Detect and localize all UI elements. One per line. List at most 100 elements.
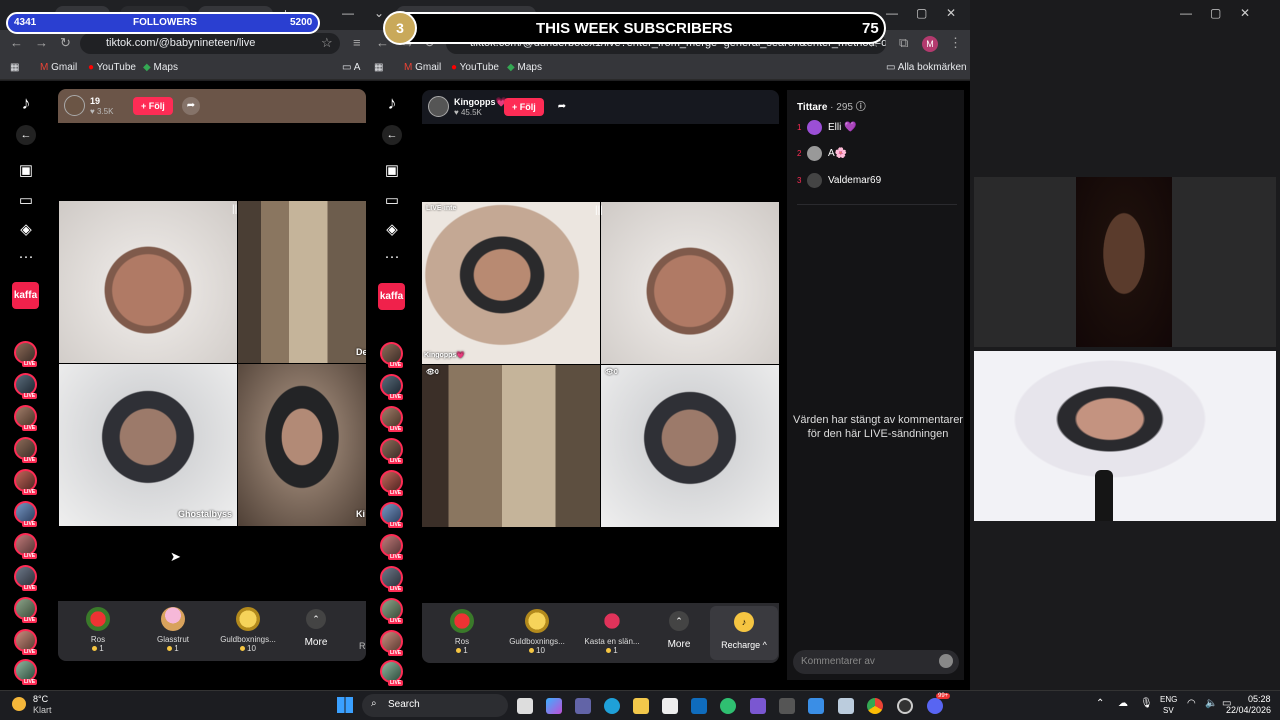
live-avatar[interactable]: LIVE [14, 437, 38, 463]
volume-icon[interactable]: 🔈 [1205, 698, 1217, 709]
live-avatar[interactable]: LIVE [14, 469, 38, 495]
reload-icon[interactable]: ↻ [60, 35, 71, 51]
minimize-icon[interactable]: — [886, 6, 898, 20]
copilot-icon[interactable] [546, 698, 562, 714]
live-avatar[interactable]: LIVE [14, 597, 38, 623]
gift-ros[interactable]: Ros 1 [63, 607, 133, 653]
cafe-badge[interactable]: kaffa [378, 283, 405, 310]
bookmark-gmail[interactable]: M Gmail [40, 62, 77, 73]
info-icon[interactable]: ⓘ [856, 102, 866, 113]
video-icon[interactable]: ▭ [16, 191, 36, 209]
weather-text[interactable]: Klart [33, 705, 52, 715]
back-arrow-icon[interactable]: ← [382, 125, 402, 145]
video-tile-kingopps[interactable] [422, 202, 600, 364]
back-icon[interactable]: ← [10, 35, 23, 50]
profile-avatar[interactable]: M [922, 36, 938, 52]
live-avatar[interactable]: LIVE [14, 405, 38, 431]
live-avatar[interactable]: LIVE [380, 598, 404, 624]
apps-icon[interactable]: ▦ [374, 62, 383, 73]
taskbar-search[interactable]: ⌕ Search [362, 694, 508, 717]
video-icon[interactable]: ▭ [382, 191, 402, 209]
gift-guldbox[interactable]: Guldboxnings... 10 [502, 609, 572, 655]
live-avatar[interactable]: LIVE [380, 438, 404, 464]
video-tile-guest[interactable] [601, 365, 779, 527]
tray-chevron-icon[interactable]: ⌃ [1096, 698, 1104, 709]
explore-icon[interactable]: ◈ [16, 220, 36, 238]
bookmark-folder[interactable]: ▭ A [342, 62, 360, 73]
more-dots-icon[interactable]: ··· [382, 248, 402, 266]
network-icon[interactable]: ☁ [1118, 698, 1128, 709]
obs-icon[interactable] [897, 698, 913, 714]
viewer-row[interactable]: 2 A🌸 [797, 146, 847, 161]
maximize-icon[interactable]: ▢ [1210, 6, 1221, 20]
live-tv-icon[interactable]: ▣ [382, 161, 402, 179]
app-icon[interactable] [779, 698, 795, 714]
live-avatar[interactable]: LIVE [14, 501, 38, 527]
apps-icon[interactable]: ▦ [10, 62, 19, 73]
video-tile-room[interactable] [238, 201, 366, 363]
bookmark-gmail[interactable]: M Gmail [404, 62, 441, 73]
mail-icon[interactable] [838, 698, 854, 714]
live-avatar[interactable]: LIVE [14, 629, 38, 655]
windows-start-icon[interactable] [337, 697, 353, 713]
host-name[interactable]: 19 [90, 96, 100, 106]
video-tile-room[interactable] [422, 365, 600, 527]
live-avatar[interactable]: LIVE [380, 406, 404, 432]
gift-glasstrut[interactable]: Glasstrut 1 [138, 607, 208, 653]
clock-time[interactable]: 05:28 [1248, 694, 1271, 704]
live-avatar[interactable]: LIVE [380, 630, 404, 656]
photos-icon[interactable] [808, 698, 824, 714]
bookmark-youtube[interactable]: ● YouTube [451, 62, 499, 73]
edge-icon[interactable] [604, 698, 620, 714]
menu-dots-icon[interactable]: ⋮ [949, 35, 962, 51]
lang-bottom[interactable]: SV [1163, 706, 1174, 715]
outlook-icon[interactable] [691, 698, 707, 714]
bookmark-maps[interactable]: ◆ Maps [143, 62, 178, 73]
live-avatar[interactable]: LIVE [380, 660, 404, 686]
live-avatar[interactable]: LIVE [14, 659, 38, 685]
video-tile-guest-2[interactable] [238, 364, 366, 526]
lang-top[interactable]: ENG [1160, 695, 1177, 704]
live-avatar[interactable]: LIVE [14, 533, 38, 559]
teams-icon[interactable] [575, 698, 591, 714]
extensions-icon[interactable]: ≡ [353, 35, 361, 50]
viewer-row[interactable]: 1 Elli 💜 [797, 120, 857, 135]
host-avatar[interactable] [428, 96, 449, 117]
live-avatar[interactable]: LIVE [380, 534, 404, 560]
more-gifts-button[interactable]: ⌃ More [296, 609, 336, 648]
host-name[interactable]: Kingopps💗 [454, 97, 507, 108]
back-arrow-icon[interactable]: ← [16, 125, 36, 145]
tab-search-icon[interactable]: ⌄ [374, 6, 384, 20]
gift-guldbox[interactable]: Guldboxnings... 10 [213, 607, 283, 653]
live-avatar[interactable]: LIVE [14, 341, 38, 367]
wifi-icon[interactable]: ◠ [1187, 698, 1196, 709]
tiktok-logo-icon[interactable]: ♪ [382, 93, 402, 113]
cafe-badge[interactable]: kaffa [12, 282, 39, 309]
live-tv-icon[interactable]: ▣ [16, 161, 36, 179]
url-field[interactable]: tiktok.com/@babynineteen/live [80, 33, 340, 54]
share-icon[interactable]: ➦ [182, 97, 200, 115]
weather-temp[interactable]: 8°C [33, 694, 48, 704]
bookmark-youtube[interactable]: ● YouTube [88, 62, 136, 73]
weather-icon[interactable] [12, 697, 26, 711]
live-avatar[interactable]: LIVE [380, 374, 404, 400]
more-dots-icon[interactable]: ··· [16, 248, 36, 266]
tiktok-logo-icon[interactable]: ♪ [16, 93, 36, 113]
discord-icon[interactable]: 99+ [927, 693, 951, 714]
live-avatar[interactable]: LIVE [14, 373, 38, 399]
follow-button[interactable]: + Följ [504, 98, 544, 116]
gift-kasta[interactable]: Kasta en slän... 1 [577, 609, 647, 655]
explorer-icon[interactable] [633, 698, 649, 714]
mic-icon[interactable]: 🎙 [1140, 698, 1153, 709]
live-avatar[interactable]: LIVE [380, 470, 404, 496]
all-bookmarks[interactable]: ▭ Alla bokmärken [886, 62, 967, 73]
clock-date[interactable]: 22/04/2026 [1226, 705, 1271, 715]
gift-ros[interactable]: Ros 1 [427, 609, 497, 655]
task-view-icon[interactable] [517, 698, 533, 714]
more-gifts-button[interactable]: ⌃ More [659, 611, 699, 650]
close-icon[interactable]: ✕ [946, 6, 956, 20]
emoji-icon[interactable] [939, 654, 953, 668]
maximize-icon[interactable]: ▢ [916, 6, 927, 20]
chrome-icon[interactable] [867, 698, 883, 714]
extensions-icon[interactable]: ⧉ [899, 35, 908, 51]
